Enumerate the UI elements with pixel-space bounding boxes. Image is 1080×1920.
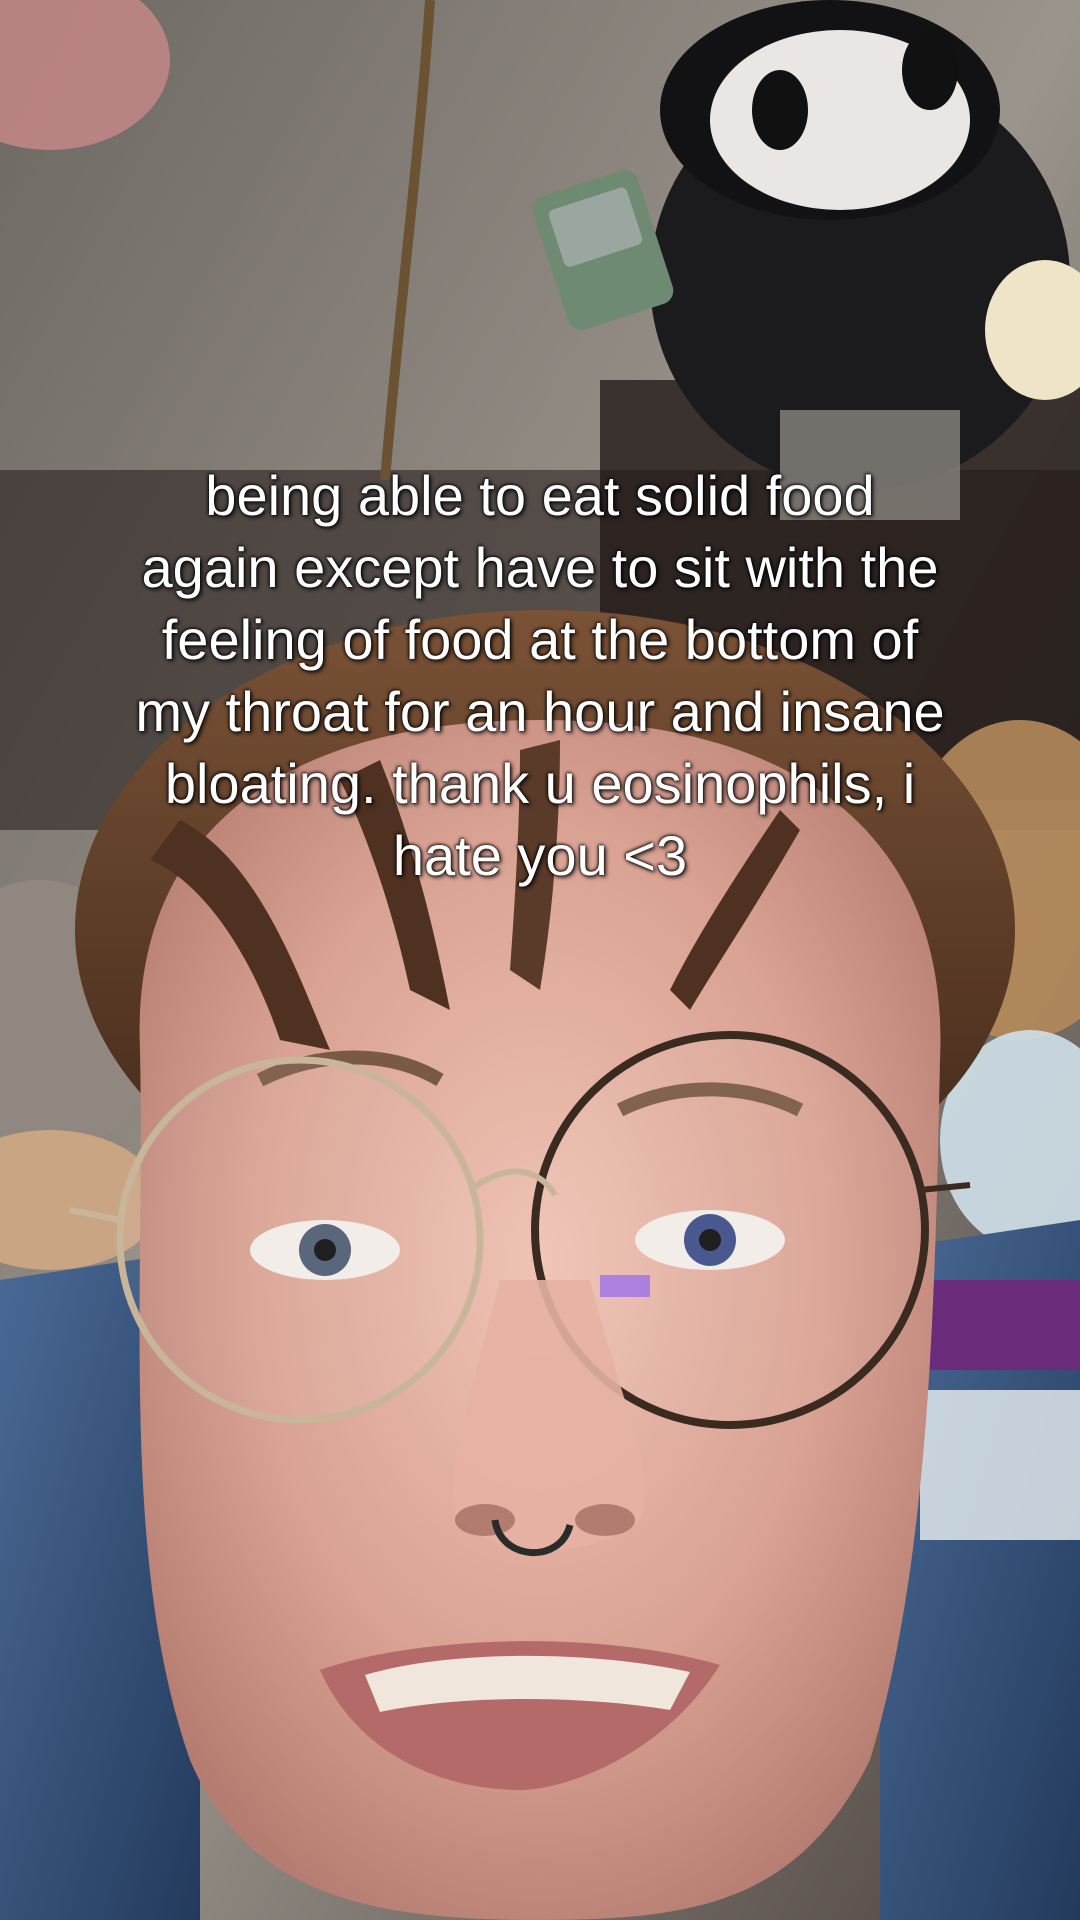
selfie-video-background [0, 0, 1080, 1920]
video-frame[interactable]: being able to eat solid food again excep… [0, 0, 1080, 1920]
caption-line-4: my throat for an hour and insane [135, 680, 945, 743]
caption-line-3: feeling of food at the bottom of [161, 608, 919, 671]
caption-line-1: being able to eat solid food [205, 464, 875, 527]
caption-line-6: hate you <3 [392, 824, 688, 887]
caption-line-5: bloating. thank u eosinophils, i [164, 752, 916, 815]
video-caption-overlay: being able to eat solid food again excep… [60, 460, 1020, 892]
caption-line-2: again except have to sit with the [141, 536, 939, 599]
